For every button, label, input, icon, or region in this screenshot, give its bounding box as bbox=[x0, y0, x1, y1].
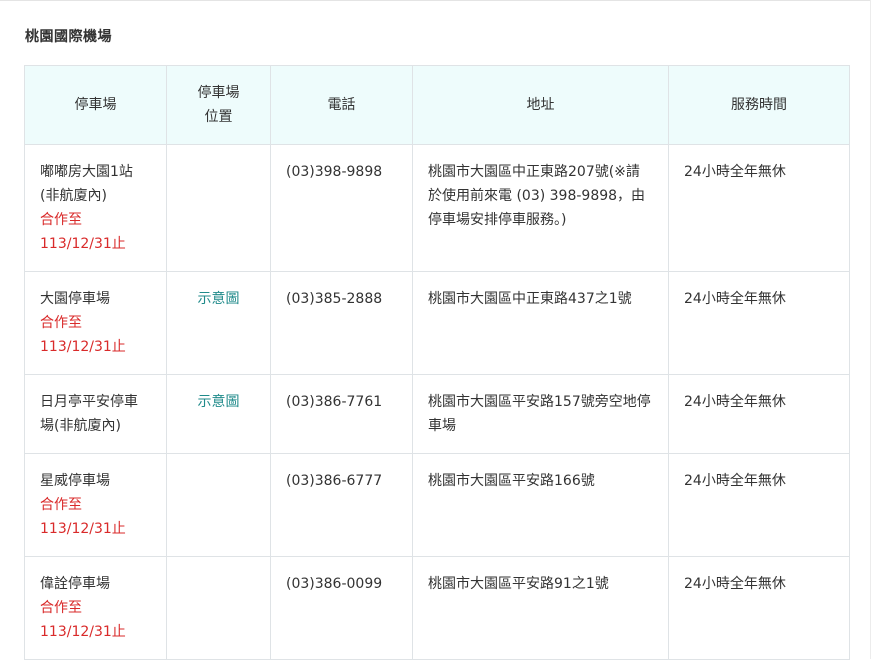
table-row: 嘟嘟房大園1站 (非航廈內) 合作至 113/12/31止 (03)398-98… bbox=[24, 144, 850, 272]
parking-name-cell: 偉詮停車場 合作至 113/12/31止 bbox=[24, 556, 167, 660]
top-divider bbox=[0, 0, 871, 1]
section-title: 桃園國際機場 bbox=[25, 29, 112, 45]
table-row: 偉詮停車場 合作至 113/12/31止 (03)386-0099 桃園市大園區… bbox=[24, 556, 850, 660]
address-cell: 桃園市大園區中正東路437之1號 bbox=[412, 271, 669, 375]
contract-date: 113/12/31止 bbox=[40, 236, 126, 252]
address-cell: 桃園市大園區平安路91之1號 bbox=[412, 556, 669, 660]
contract-date: 113/12/31止 bbox=[40, 339, 126, 355]
header-location-line1: 停車場 bbox=[197, 85, 240, 101]
contract-date: 113/12/31止 bbox=[40, 624, 126, 640]
phone-cell: (03)385-2888 bbox=[270, 271, 413, 375]
parking-name-cell: 星威停車場 合作至 113/12/31止 bbox=[24, 453, 167, 557]
parking-table: 停車場 停車場 位置 電話 地址 服務時間 嘟嘟房大園1站 (非航廈內) 合作至… bbox=[24, 65, 850, 660]
parking-name: 嘟嘟房大園1站 bbox=[40, 164, 133, 180]
table-row: 日月亭平安停車場(非航廈內) 示意圖 (03)386-7761 桃園市大園區平安… bbox=[24, 374, 850, 454]
contract-label: 合作至 bbox=[40, 497, 82, 513]
header-location: 停車場 位置 bbox=[166, 65, 271, 145]
table-row: 大園停車場 合作至 113/12/31止 示意圖 (03)385-2888 桃園… bbox=[24, 271, 850, 375]
location-cell: 示意圖 bbox=[166, 271, 271, 375]
location-cell: 示意圖 bbox=[166, 374, 271, 454]
parking-name-cell: 日月亭平安停車場(非航廈內) bbox=[24, 374, 167, 454]
header-phone: 電話 bbox=[270, 65, 413, 145]
address-cell: 桃園市大園區平安路157號旁空地停車場 bbox=[412, 374, 669, 454]
address-cell: 桃園市大園區平安路166號 bbox=[412, 453, 669, 557]
contract-label: 合作至 bbox=[40, 212, 82, 228]
contract-date: 113/12/31止 bbox=[40, 521, 126, 537]
hours-cell: 24小時全年無休 bbox=[668, 144, 850, 272]
phone-cell: (03)386-6777 bbox=[270, 453, 413, 557]
phone-cell: (03)386-7761 bbox=[270, 374, 413, 454]
hours-cell: 24小時全年無休 bbox=[668, 271, 850, 375]
location-cell bbox=[166, 453, 271, 557]
contract-label: 合作至 bbox=[40, 600, 82, 616]
table-row: 星威停車場 合作至 113/12/31止 (03)386-6777 桃園市大園區… bbox=[24, 453, 850, 557]
parking-name: 日月亭平安停車場(非航廈內) bbox=[40, 394, 138, 434]
parking-name: 大園停車場 bbox=[40, 291, 110, 307]
contract-label: 合作至 bbox=[40, 315, 82, 331]
location-cell bbox=[166, 144, 271, 272]
map-link[interactable]: 示意圖 bbox=[182, 390, 255, 414]
phone-cell: (03)386-0099 bbox=[270, 556, 413, 660]
parking-name-cell: 嘟嘟房大園1站 (非航廈內) 合作至 113/12/31止 bbox=[24, 144, 167, 272]
parking-name-note: (非航廈內) bbox=[40, 188, 107, 204]
address-cell: 桃園市大園區中正東路207號(※請於使用前來電 (03) 398-9898，由停… bbox=[412, 144, 669, 272]
hours-cell: 24小時全年無休 bbox=[668, 556, 850, 660]
header-location-line2: 位置 bbox=[204, 109, 233, 125]
parking-name: 偉詮停車場 bbox=[40, 576, 110, 592]
map-link[interactable]: 示意圖 bbox=[182, 287, 255, 311]
table-header-row: 停車場 停車場 位置 電話 地址 服務時間 bbox=[24, 65, 850, 145]
hours-cell: 24小時全年無休 bbox=[668, 453, 850, 557]
header-address: 地址 bbox=[412, 65, 669, 145]
phone-cell: (03)398-9898 bbox=[270, 144, 413, 272]
location-cell bbox=[166, 556, 271, 660]
header-hours: 服務時間 bbox=[668, 65, 850, 145]
parking-name: 星威停車場 bbox=[40, 473, 110, 489]
header-parking: 停車場 bbox=[24, 65, 167, 145]
parking-name-cell: 大園停車場 合作至 113/12/31止 bbox=[24, 271, 167, 375]
hours-cell: 24小時全年無休 bbox=[668, 374, 850, 454]
